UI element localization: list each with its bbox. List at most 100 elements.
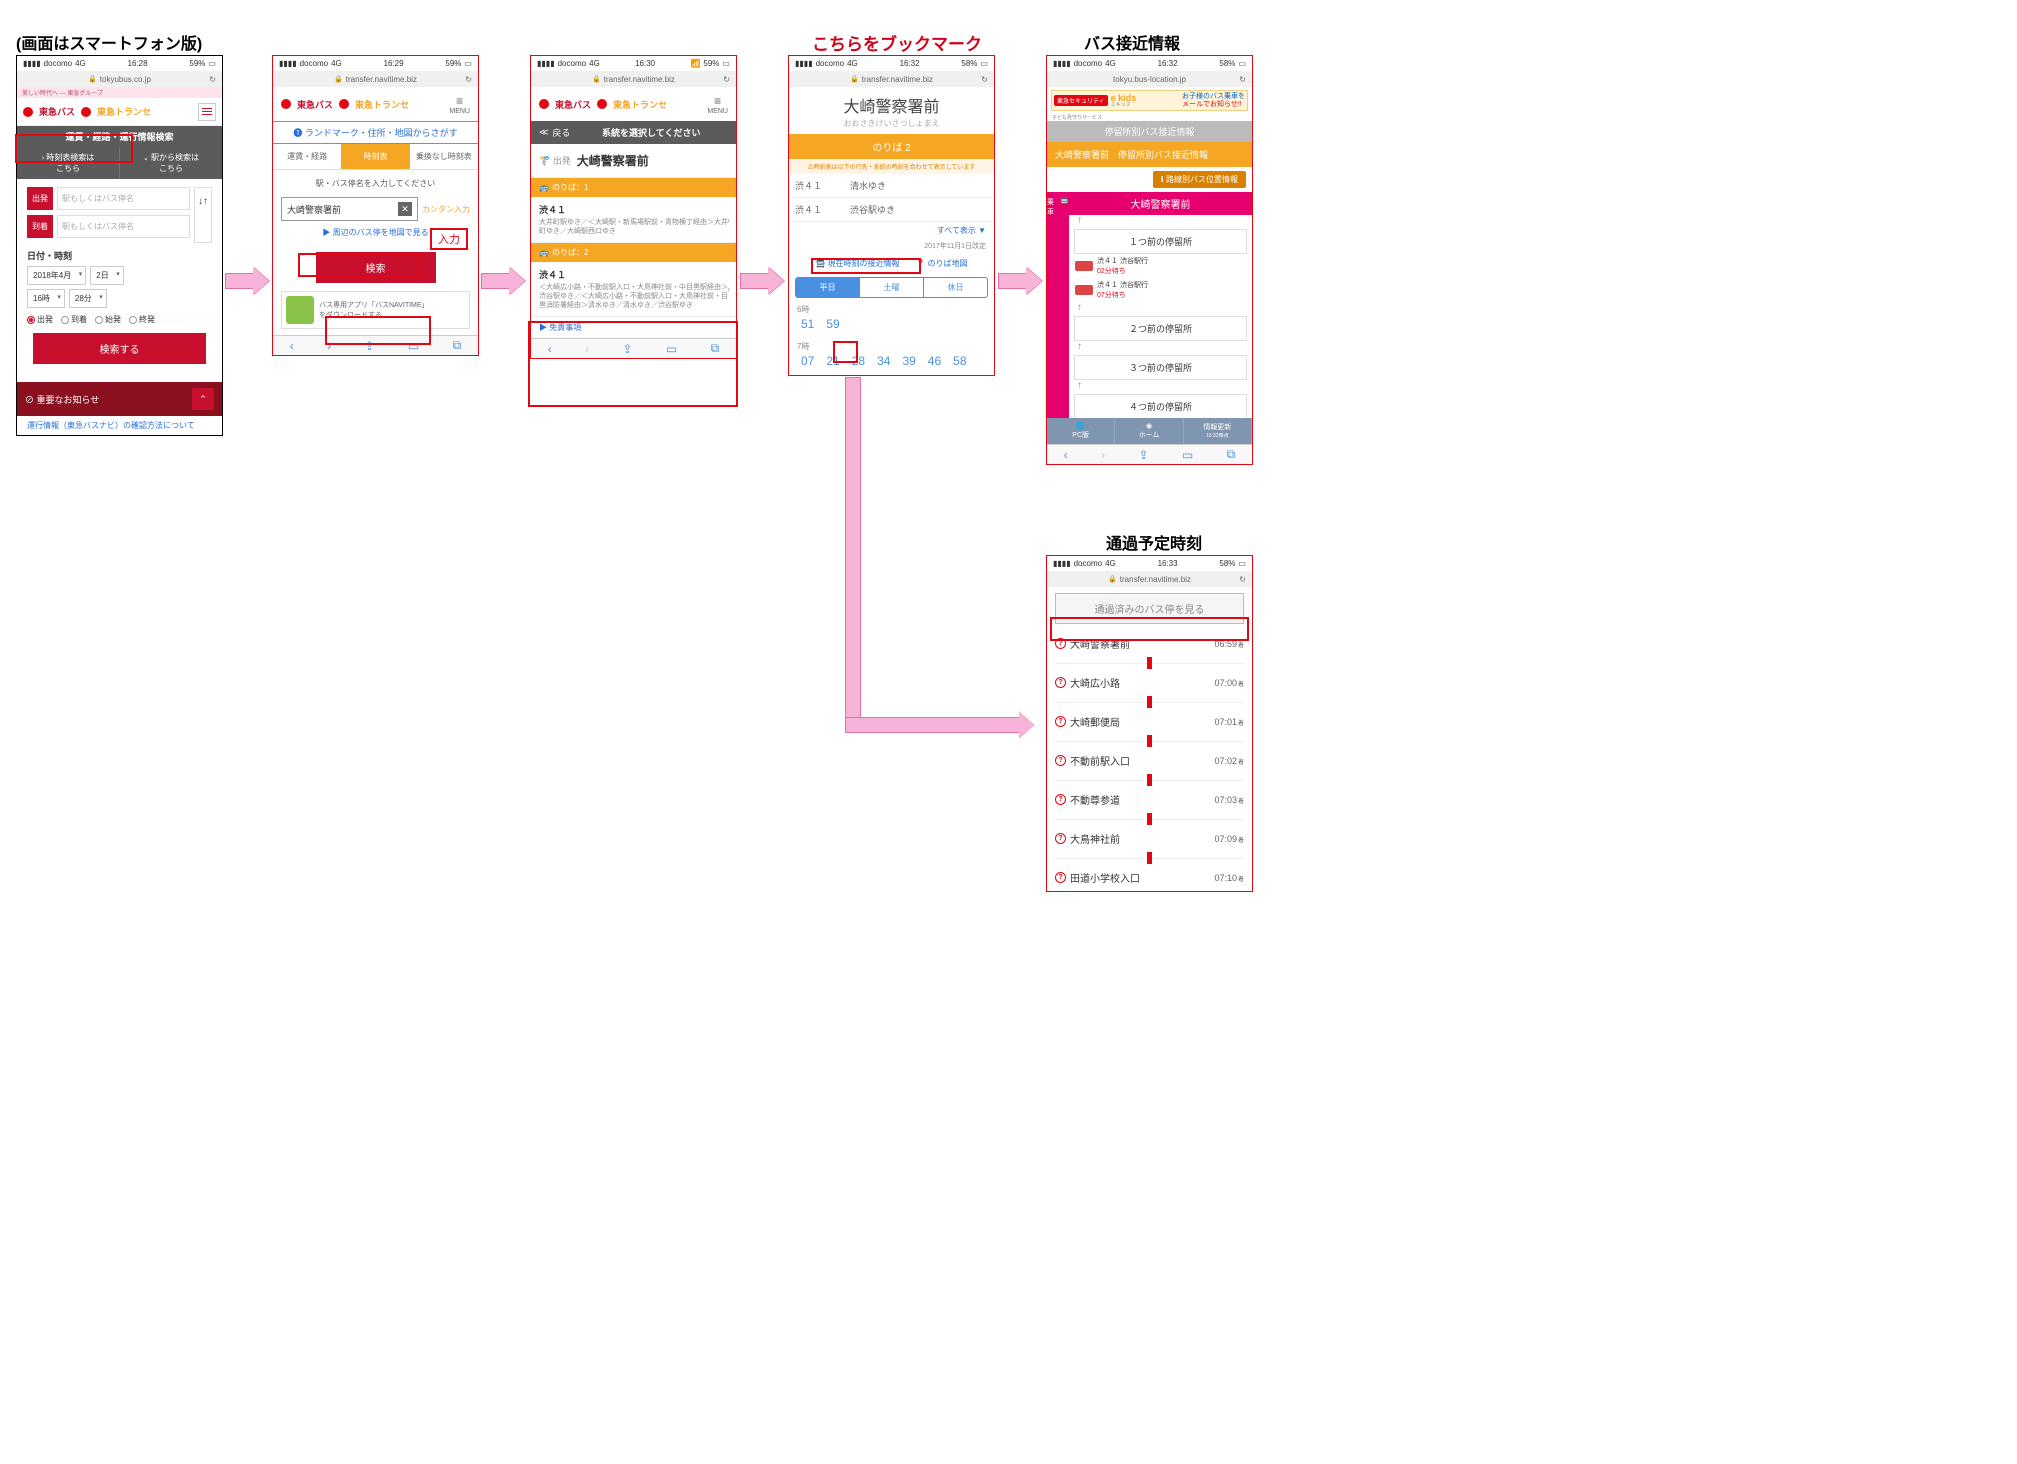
stop-time: 07:02着 bbox=[1214, 756, 1244, 766]
note-bookmark: こちらをブックマーク bbox=[812, 30, 982, 55]
logo-icon bbox=[81, 107, 91, 117]
tab-fare[interactable]: 運賃・経路 bbox=[273, 144, 341, 170]
minute-link[interactable]: 07 bbox=[801, 354, 814, 368]
show-all-link[interactable]: すべて表示 ▼ bbox=[789, 222, 994, 239]
select-day[interactable]: 2日 bbox=[90, 266, 123, 285]
url-bar[interactable]: 🔒transfer.navitime.biz↻ bbox=[789, 71, 994, 87]
menu-button[interactable]: ≡MENU bbox=[449, 94, 470, 115]
annotation-input: 入力 bbox=[430, 228, 468, 250]
carrier: docomo bbox=[44, 59, 72, 68]
quick-input-link[interactable]: カンタン入力 bbox=[422, 204, 470, 215]
day-tabs: 平日 土曜 休日 bbox=[795, 277, 988, 298]
input-departure[interactable]: 駅もしくはバス停名 bbox=[57, 187, 190, 210]
up-arrow-icon: ↑ bbox=[1069, 341, 1252, 352]
status-bar: ▮▮▮▮docomo4G 16:29 59%▭ bbox=[273, 56, 478, 71]
tab-holiday[interactable]: 休日 bbox=[923, 278, 987, 297]
info-link[interactable]: 運行情報（東急バスナビ）の確認方法について bbox=[17, 416, 222, 435]
radio-first[interactable]: 始発 bbox=[95, 314, 121, 325]
tab-timetable[interactable]: 時刻表 bbox=[341, 144, 409, 170]
back-bar[interactable]: ≪戻る系統を選択してください bbox=[531, 121, 736, 144]
lock-icon: 🔒 bbox=[334, 75, 343, 83]
stop-row[interactable]: ?不動前駅入口07:02着 bbox=[1047, 747, 1252, 774]
reload-icon[interactable]: ↻ bbox=[1239, 575, 1246, 584]
bus-icon: 🚌 bbox=[539, 183, 549, 192]
tabs-icon[interactable]: ⧉ bbox=[453, 338, 462, 353]
url-text: tokyubus.co.jp bbox=[100, 75, 151, 84]
screen-6: ▮▮▮▮docomo4G 16:33 58%▭ 🔒transfer.naviti… bbox=[1046, 555, 1253, 892]
url-bar[interactable]: 🔒transfer.navitime.biz↻ bbox=[531, 71, 736, 87]
minute-link[interactable]: 59 bbox=[826, 317, 839, 331]
reload-icon[interactable]: ↻ bbox=[465, 75, 472, 84]
share-icon[interactable]: ⇪ bbox=[1138, 448, 1148, 462]
ad-banner[interactable]: 東急セキュリティ e kidsエキッズ お子様のバス乗車をメールでお知らせ!! bbox=[1051, 90, 1248, 111]
route-item-2[interactable]: 渋４１＜大崎広小路・不動前駅入口・大鳥神社前・中目黒駅経由＞渋谷駅ゆき／＜大崎広… bbox=[531, 262, 736, 317]
platform-map-link[interactable]: 📍のりば地図 bbox=[916, 258, 968, 269]
battery-icon: ▭ bbox=[1238, 559, 1246, 568]
minute-link[interactable]: 51 bbox=[801, 317, 814, 331]
minute-link[interactable]: 34 bbox=[877, 354, 890, 368]
radio-arr[interactable]: 到着 bbox=[61, 314, 87, 325]
bookmarks-icon[interactable]: ▭ bbox=[1182, 448, 1193, 462]
tab-station[interactable]: ⌄ 駅から検索は こちら bbox=[120, 147, 222, 179]
select-minute[interactable]: 28分 bbox=[69, 289, 107, 308]
hour-7: 7時 bbox=[797, 341, 986, 352]
signal-bars-icon: ▮▮▮▮ bbox=[279, 59, 297, 68]
back-icon[interactable]: ‹ bbox=[290, 339, 294, 353]
warning-note: ⚠時刻表は以下の行先・系統の時刻を合わせて表示しています bbox=[789, 159, 994, 174]
bus-entry-2: 渋４１ 渋谷駅行07分待ち bbox=[1069, 278, 1252, 302]
minute-link[interactable]: 58 bbox=[953, 354, 966, 368]
tab-direct[interactable]: 乗換なし時刻表 bbox=[410, 144, 478, 170]
clock: 16:32 bbox=[1158, 59, 1178, 68]
radio-dep[interactable]: 出発 bbox=[27, 314, 53, 325]
menu-button[interactable]: ≡MENU bbox=[707, 94, 728, 115]
forward-icon[interactable]: › bbox=[1101, 448, 1105, 462]
url-bar[interactable]: 🔒tokyubus.co.jp↻ bbox=[17, 71, 222, 87]
notice-bar[interactable]: ⊘ 重要なお知らせ⌃ bbox=[17, 382, 222, 416]
reload-icon[interactable]: ↻ bbox=[209, 75, 216, 84]
departure-row: 🚏 出発大崎警察署前 bbox=[531, 144, 736, 178]
search-button[interactable]: 検索する bbox=[33, 333, 206, 364]
input-arrival[interactable]: 駅もしくはバス停名 bbox=[57, 215, 190, 238]
status-bar: ▮▮▮▮docomo4G 16:30 📶59%▭ bbox=[531, 56, 736, 71]
nav-pc[interactable]: 🌐PC版 bbox=[1047, 418, 1115, 444]
reload-icon[interactable]: ↻ bbox=[1239, 75, 1246, 84]
clock: 16:33 bbox=[1158, 559, 1178, 568]
signal-bars-icon: ▮▮▮▮ bbox=[795, 59, 813, 68]
url-bar[interactable]: 🔒transfer.navitime.biz↻ bbox=[273, 71, 478, 87]
select-hour[interactable]: 16時 bbox=[27, 289, 65, 308]
brand-bar: 東急バス 東急トランセ bbox=[17, 98, 222, 126]
nav-home[interactable]: ◉ホーム bbox=[1115, 418, 1183, 444]
highlight-approach-link bbox=[811, 258, 921, 274]
stop-row[interactable]: ?大鳥神社前07:09着 bbox=[1047, 825, 1252, 852]
stop-separator bbox=[1055, 852, 1244, 864]
brand-bus: 東急バス bbox=[39, 105, 75, 118]
stop-separator bbox=[1055, 696, 1244, 708]
back-icon[interactable]: ‹ bbox=[1064, 448, 1068, 462]
clear-icon[interactable]: ✕ bbox=[398, 202, 412, 216]
reload-icon[interactable]: ↻ bbox=[723, 75, 730, 84]
menu-button[interactable] bbox=[198, 103, 216, 121]
minute-link[interactable]: 39 bbox=[902, 354, 915, 368]
stop-row[interactable]: ?大崎広小路07:00着 bbox=[1047, 669, 1252, 696]
stop-row[interactable]: ?大崎郵便局07:01着 bbox=[1047, 708, 1252, 735]
minute-link[interactable]: 46 bbox=[928, 354, 941, 368]
route-item-1[interactable]: 渋４１大井町駅ゆき／＜大崎駅・新馬場駅前・青物横丁経由＞大井町ゆき／大崎駅西口ゆ… bbox=[531, 197, 736, 243]
radio-last[interactable]: 終発 bbox=[129, 314, 155, 325]
nav-refresh[interactable]: 情報更新16:32時点 bbox=[1184, 418, 1252, 444]
stop-row[interactable]: ?不動尊参道07:03着 bbox=[1047, 786, 1252, 813]
landmark-link[interactable]: ❶ ランドマーク・住所・地図からさがす bbox=[273, 121, 478, 144]
tab-saturday[interactable]: 土曜 bbox=[859, 278, 923, 297]
stop-row[interactable]: ?田道小学校入口07:10着 bbox=[1047, 864, 1252, 891]
swap-button[interactable]: ↓↑ bbox=[194, 187, 212, 243]
route-position-button[interactable]: ℹ 路線別バス位置情報 bbox=[1153, 171, 1246, 188]
select-month[interactable]: 2018年4月 bbox=[27, 266, 86, 285]
tabs-icon[interactable]: ⧉ bbox=[1227, 447, 1236, 462]
reload-icon[interactable]: ↻ bbox=[981, 75, 988, 84]
url-bar[interactable]: 🔒transfer.navitime.biz↻ bbox=[1047, 571, 1252, 587]
url-bar[interactable]: tokyu.bus-location.jp↻ bbox=[1047, 71, 1252, 87]
screen-4: ▮▮▮▮docomo4G 16:32 58%▭ 🔒transfer.naviti… bbox=[788, 55, 995, 376]
current-stop: 大崎警察署前 bbox=[1069, 192, 1252, 215]
stop-input[interactable]: 大崎警察署前✕ bbox=[281, 197, 418, 221]
tab-weekday[interactable]: 平日 bbox=[796, 278, 859, 297]
stop-marker-icon: ? bbox=[1055, 716, 1066, 727]
